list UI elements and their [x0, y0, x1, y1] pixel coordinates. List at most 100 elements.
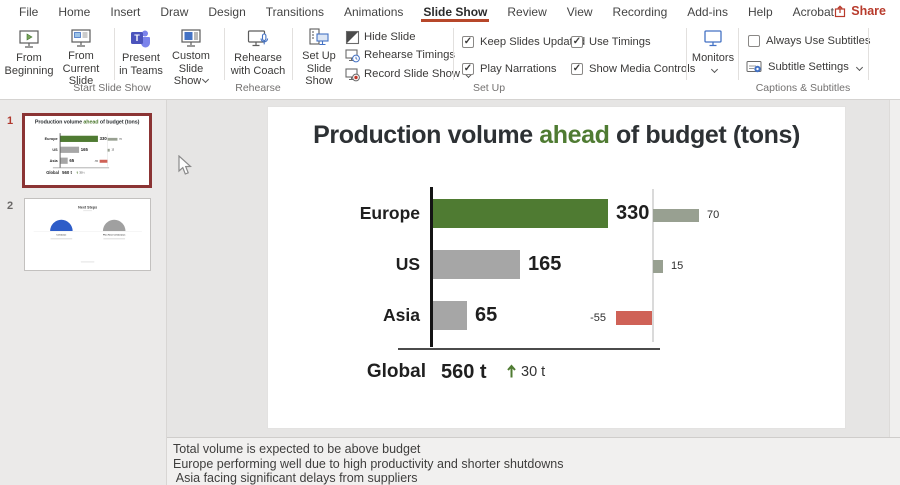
hide-slide-label: Hide Slide [364, 31, 416, 43]
variance-value-europe[interactable]: 70 [707, 209, 719, 222]
notes-pane[interactable]: Total volume is expected to be above bud… [167, 437, 900, 485]
custom-show-label-1: Custom Slide [172, 50, 210, 75]
menu-tab-add-ins[interactable]: Add-ins [684, 0, 731, 23]
slide-1-preview-wrap: Production volume ahead of budget (tons)… [25, 116, 149, 185]
chart-bar-us[interactable] [433, 250, 520, 279]
coach-mic-icon [246, 26, 270, 52]
global-variance[interactable]: 30 t [521, 359, 545, 385]
setup-slideshow-icon [307, 26, 331, 50]
slide-2-number: 2 [7, 200, 14, 212]
chart-category-europe[interactable]: Europe [286, 199, 420, 228]
ribbon-divider [686, 28, 687, 80]
from-beginning-button[interactable]: From Beginning [4, 26, 54, 82]
chart-value-europe[interactable]: 330 [616, 199, 649, 228]
global-value[interactable]: 560 t [441, 359, 487, 385]
ribbon-divider [453, 28, 454, 80]
group-label-captions-subtitles: Captions & Subtitles [755, 82, 851, 94]
menu-tab-design[interactable]: Design [205, 0, 248, 23]
share-label: Share [851, 4, 886, 18]
slide-chart-title[interactable]: Production volume ahead of budget (tons) [268, 121, 845, 150]
present-teams-label-1: Present [122, 52, 160, 64]
variance-bar-us[interactable] [653, 260, 663, 273]
chart-value-asia[interactable]: 65 [475, 301, 497, 330]
present-in-teams-button[interactable]: T Present in Teams [118, 26, 164, 82]
menu-tab-view[interactable]: View [564, 0, 596, 23]
rehearse-with-coach-button[interactable]: Rehearse with Coach [228, 26, 288, 82]
group-label-rehearse: Rehearse [235, 82, 281, 94]
menu-tab-review[interactable]: Review [504, 0, 549, 23]
slide-2-title: Next Steps [78, 205, 98, 210]
variance-value-asia[interactable]: -55 [590, 311, 606, 325]
chart-baseline [398, 348, 660, 350]
monitor-slide-icon [69, 26, 93, 50]
ribbon-divider [224, 28, 225, 80]
slide-1-thumbnail[interactable]: Production volume ahead of budget (tons)… [22, 113, 152, 188]
chart-bar-asia[interactable] [433, 301, 467, 330]
up-arrow-icon [506, 364, 517, 384]
menu-tab-insert[interactable]: Insert [107, 0, 143, 23]
slide-1-preview: Production volume ahead of budget (tons)… [25, 116, 149, 185]
monitors-icon [701, 26, 725, 52]
menu-tab-help[interactable]: Help [745, 0, 776, 23]
custom-slide-show-button[interactable]: Custom Slide Show [161, 26, 221, 87]
menu-tab-recording[interactable]: Recording [610, 0, 671, 23]
menu-tab-slide-show[interactable]: Slide Show [420, 0, 490, 23]
hide-slide-button[interactable]: Hide Slide [345, 29, 416, 45]
slide-workspace: Production volume ahead of budget (tons)… [167, 100, 900, 437]
ribbon-divider [738, 28, 739, 80]
menu-tab-draw[interactable]: Draw [157, 0, 191, 23]
ribbon: From Beginning From Current Slide T Pres… [0, 23, 900, 100]
menu-tab-file[interactable]: File [16, 0, 41, 23]
title-highlight: ahead [539, 121, 610, 149]
plan-next-label: Plan Next Celebration [103, 233, 126, 237]
share-button[interactable]: Share [834, 0, 886, 22]
chart-bar-europe[interactable] [433, 199, 608, 228]
monitors-button[interactable]: Monitors [688, 26, 738, 82]
checkbox-icon: ✓ [462, 63, 474, 75]
rehearse-timings-button[interactable]: Rehearse Timings [345, 47, 455, 63]
from-beginning-label-1: From [16, 52, 42, 64]
always-use-subtitles-checkbox[interactable]: Always Use Subtitles [748, 35, 870, 47]
menu-tab-transitions[interactable]: Transitions [263, 0, 327, 23]
keep-slides-updated-checkbox[interactable]: ✓ Keep Slides Updated [462, 36, 585, 48]
slide-canvas[interactable]: Production volume ahead of budget (tons)… [267, 106, 846, 429]
variance-bar-asia[interactable] [616, 311, 652, 325]
play-narrations-checkbox[interactable]: ✓ Play Narrations [462, 63, 556, 75]
group-label-set-up: Set Up [472, 82, 506, 94]
global-label[interactable]: Global [286, 359, 426, 385]
share-icon [835, 4, 846, 17]
celebrate-shape [50, 219, 73, 232]
menu-tab-acrobat[interactable]: Acrobat [790, 0, 837, 23]
svg-text:T: T [134, 33, 140, 43]
menu-tab-animations[interactable]: Animations [341, 0, 406, 23]
editor-column: Production volume ahead of budget (tons)… [167, 100, 900, 485]
chart-value-us[interactable]: 165 [528, 250, 561, 279]
from-current-slide-button[interactable]: From Current Slide [50, 26, 112, 87]
mouse-cursor [177, 154, 193, 182]
use-timings-label: Use Timings [589, 36, 651, 48]
set-up-slide-show-button[interactable]: Set Up Slide Show [294, 26, 344, 87]
checkbox-icon: ✓ [571, 63, 583, 75]
variance-value-us[interactable]: 15 [671, 260, 683, 273]
use-timings-checkbox[interactable]: ✓ Use Timings [571, 36, 651, 48]
slide-2-thumbnail[interactable]: Next Steps Celebrate Plan Next Celebrati… [24, 198, 151, 271]
ribbon-divider [868, 28, 869, 80]
chart-category-us[interactable]: US [286, 250, 420, 279]
vertical-scrollbar[interactable] [889, 100, 900, 437]
rehearse-coach-label-2: with Coach [230, 64, 286, 77]
chevron-down-icon [710, 65, 718, 73]
menu-tabs: File Home Insert Draw Design Transitions Anima… [16, 0, 837, 23]
always-use-subtitles-label: Always Use Subtitles [766, 35, 871, 47]
chart-category-asia[interactable]: Asia [286, 301, 420, 330]
show-media-controls-checkbox[interactable]: ✓ Show Media Controls [571, 63, 695, 75]
subtitle-settings-label: Subtitle Settings [768, 61, 849, 73]
title-suffix: of budget (tons) [609, 121, 800, 149]
checkbox-icon: ✓ [571, 36, 583, 48]
show-media-controls-label: Show Media Controls [589, 63, 696, 75]
notes-line: Total volume is expected to be above bud… [173, 442, 421, 456]
slide-thumbnail-panel: 1 Production volume ahead of budget (ton… [0, 100, 167, 485]
menu-tab-home[interactable]: Home [55, 0, 93, 23]
variance-bar-europe[interactable] [653, 209, 699, 222]
rehearse-coach-label-1: Rehearse [234, 52, 282, 64]
subtitle-settings-button[interactable]: Subtitle Settings [746, 60, 863, 74]
